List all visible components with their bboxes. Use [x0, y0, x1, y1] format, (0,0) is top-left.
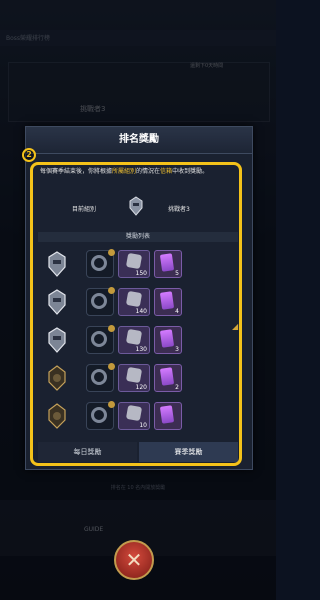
annotation-step-number: 2 — [22, 148, 36, 162]
dialog-title: 排名獎勵 — [26, 127, 252, 154]
close-button[interactable]: ✕ — [114, 540, 154, 580]
close-icon: ✕ — [125, 548, 143, 572]
annotation-highlight-box — [30, 162, 242, 466]
